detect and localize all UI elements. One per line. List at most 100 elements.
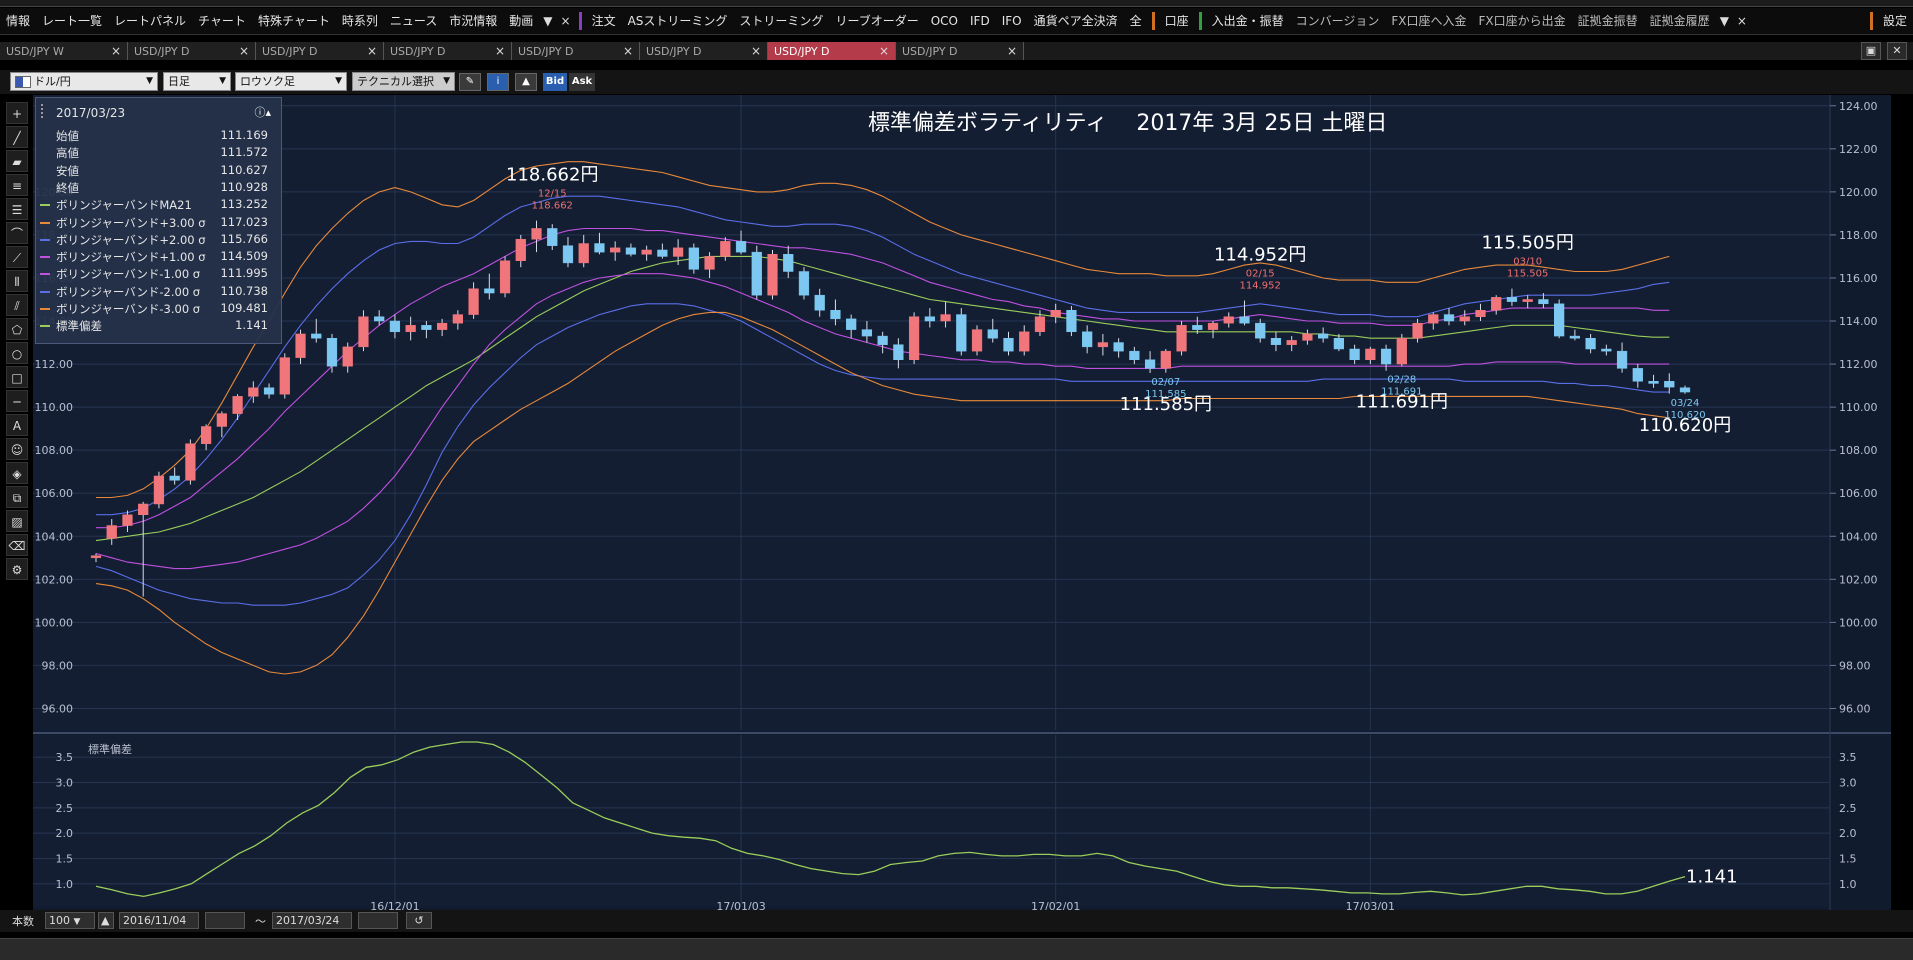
menu-item-1[interactable]: レート一覧 — [36, 8, 108, 34]
order-item-6[interactable]: IFO — [996, 8, 1028, 34]
menu-item-2[interactable]: レートパネル — [108, 8, 192, 34]
tab-close-icon[interactable]: × — [879, 44, 889, 58]
chart-tab-4[interactable]: USD/JPY D × — [512, 42, 640, 60]
candle-body — [1648, 381, 1659, 384]
tab-close-icon[interactable]: × — [751, 44, 761, 58]
candle-body — [987, 329, 998, 339]
chart-tab-0[interactable]: USD/JPY W × — [0, 42, 128, 60]
paint-icon[interactable]: ◈ — [6, 462, 28, 484]
from-time-field[interactable] — [205, 912, 245, 929]
fibonacci-icon[interactable]: ☰ — [6, 198, 28, 220]
info-row: ボリンジャーバンドMA21 113.252 — [36, 197, 276, 214]
order-item-2[interactable]: ストリーミング — [733, 8, 829, 34]
order-item-1[interactable]: ASストリーミング — [622, 8, 734, 34]
eraser-icon[interactable]: ⌫ — [6, 534, 28, 556]
count-select[interactable]: 100 ▼ — [45, 912, 95, 929]
chart-area[interactable]: 124.00122.00120.00120.00118.00118.00116.… — [33, 95, 1891, 913]
polygon-icon[interactable]: ⬠ — [6, 318, 28, 340]
cash-item-4[interactable]: 証拠金振替 — [1572, 8, 1644, 34]
currency-pair-select[interactable]: ドル/円 ▼ — [10, 72, 158, 91]
to-time-field[interactable] — [358, 912, 398, 929]
menu-item-3[interactable]: チャート — [192, 8, 252, 34]
menu-item-5[interactable]: 時系列 — [336, 8, 384, 34]
fan-icon[interactable]: ⟋ — [6, 246, 28, 268]
tab-close-icon[interactable]: × — [623, 44, 633, 58]
tab-close-icon[interactable]: × — [1007, 44, 1017, 58]
cash-item-1[interactable]: コンバージョン — [1290, 8, 1386, 34]
chart-tab-5[interactable]: USD/JPY D × — [640, 42, 768, 60]
ask-button[interactable]: Ask — [569, 73, 595, 91]
settings-tool-icon[interactable]: ⚙ — [6, 558, 28, 580]
tab-close-icon[interactable]: × — [239, 44, 249, 58]
cash-item-0[interactable]: 入出金・振替 — [1206, 8, 1290, 34]
horizontal-line-icon[interactable]: ─ — [6, 390, 28, 412]
info-label: 始値 — [56, 129, 79, 143]
order-item-8[interactable]: 全 — [1124, 8, 1148, 34]
menu-item-0[interactable]: 情報 — [0, 8, 36, 34]
order-item-4[interactable]: OCO — [925, 8, 964, 34]
chevron-down-icon: ▼ — [73, 917, 81, 927]
to-date-field[interactable]: 2017/03/24 — [272, 912, 352, 929]
reset-icon[interactable]: ↺ — [406, 912, 432, 929]
cash-dropdown-icon[interactable]: ▼ — [1716, 14, 1733, 28]
smiley-icon[interactable]: ☺ — [6, 438, 28, 460]
bid-button[interactable]: Bid — [543, 73, 567, 91]
pen-icon[interactable]: ✎ — [459, 73, 481, 91]
copy-icon[interactable]: ⧉ — [6, 486, 28, 508]
order-item-0[interactable]: 注文 — [586, 8, 622, 34]
drag-handle-icon[interactable] — [41, 104, 47, 118]
tab-close-icon[interactable]: × — [495, 44, 505, 58]
horizontal-lines-icon[interactable]: ≡ — [6, 174, 28, 196]
area-chart-icon[interactable]: ▲ — [515, 73, 537, 91]
candle-body — [342, 346, 353, 367]
cycle-lines-icon[interactable]: ⦀ — [6, 270, 28, 292]
menu-item-4[interactable]: 特殊チャート — [252, 8, 336, 34]
menu-close-icon[interactable]: × — [557, 14, 575, 28]
trendline-icon[interactable]: ╱ — [6, 126, 28, 148]
series-color-swatch — [40, 325, 50, 328]
rectangle-icon[interactable]: □ — [6, 366, 28, 388]
order-item-3[interactable]: リーブオーダー — [829, 8, 924, 34]
cash-item-3[interactable]: FX口座から出金 — [1473, 8, 1572, 34]
info-toggle-icon[interactable]: ⓘ▴ — [254, 104, 271, 120]
period-select[interactable]: 日足 ▼ — [163, 72, 231, 91]
candle-body — [1019, 331, 1030, 352]
up-arrow-icon[interactable]: ▲ — [98, 912, 114, 929]
cash-item-5[interactable]: 証拠金履歴 — [1644, 8, 1716, 34]
chart-canvas[interactable]: 124.00122.00120.00120.00118.00118.00116.… — [33, 95, 1891, 913]
chart-tab-1[interactable]: USD/JPY D × — [128, 42, 256, 60]
circle-icon[interactable]: ○ — [6, 342, 28, 364]
chart-tab-6[interactable]: USD/JPY D × — [768, 42, 896, 60]
cash-close-icon[interactable]: × — [1733, 14, 1751, 28]
tab-close-icon[interactable]: × — [367, 44, 377, 58]
menu-dropdown-icon[interactable]: ▼ — [539, 14, 556, 28]
ruler-icon[interactable]: ▰ — [6, 150, 28, 172]
from-date-field[interactable]: 2016/11/04 — [119, 912, 199, 929]
channel-icon[interactable]: ⫽ — [6, 294, 28, 316]
chart-type-select[interactable]: ロウソク足 ▼ — [235, 72, 347, 91]
order-item-5[interactable]: IFD — [964, 8, 996, 34]
maximize-icon[interactable]: ▣ — [1861, 42, 1881, 60]
arc-icon[interactable]: ⌒ — [6, 222, 28, 244]
account-menu[interactable]: 口座 — [1159, 8, 1195, 34]
menu-item-8[interactable]: 動画 — [503, 8, 539, 34]
technical-select[interactable]: テクニカル選択 ▼ — [352, 72, 455, 91]
candle-body — [861, 329, 873, 337]
chart-tab-3[interactable]: USD/JPY D × — [384, 42, 512, 60]
menu-item-7[interactable]: 市況情報 — [443, 8, 503, 34]
settings-menu[interactable]: 設定 — [1877, 8, 1913, 34]
screenshot-icon[interactable]: ▨ — [6, 510, 28, 532]
chart-tab-2[interactable]: USD/JPY D × — [256, 42, 384, 60]
info-icon[interactable]: i — [487, 73, 509, 91]
menu-item-6[interactable]: ニュース — [384, 8, 443, 34]
currency-pair-label: ドル/円 — [34, 75, 71, 88]
y-tick-label: 124.00 — [1839, 100, 1878, 113]
text-icon[interactable]: A — [6, 414, 28, 436]
tab-close-icon[interactable]: × — [111, 44, 121, 58]
crosshair-icon[interactable]: + — [6, 102, 28, 124]
cash-item-2[interactable]: FX口座へ入金 — [1385, 8, 1472, 34]
close-icon[interactable]: ✕ — [1887, 42, 1907, 60]
order-item-7[interactable]: 通貨ペア全決済 — [1028, 8, 1124, 34]
candle-body — [971, 329, 983, 352]
chart-tab-7[interactable]: USD/JPY D × — [896, 42, 1024, 60]
